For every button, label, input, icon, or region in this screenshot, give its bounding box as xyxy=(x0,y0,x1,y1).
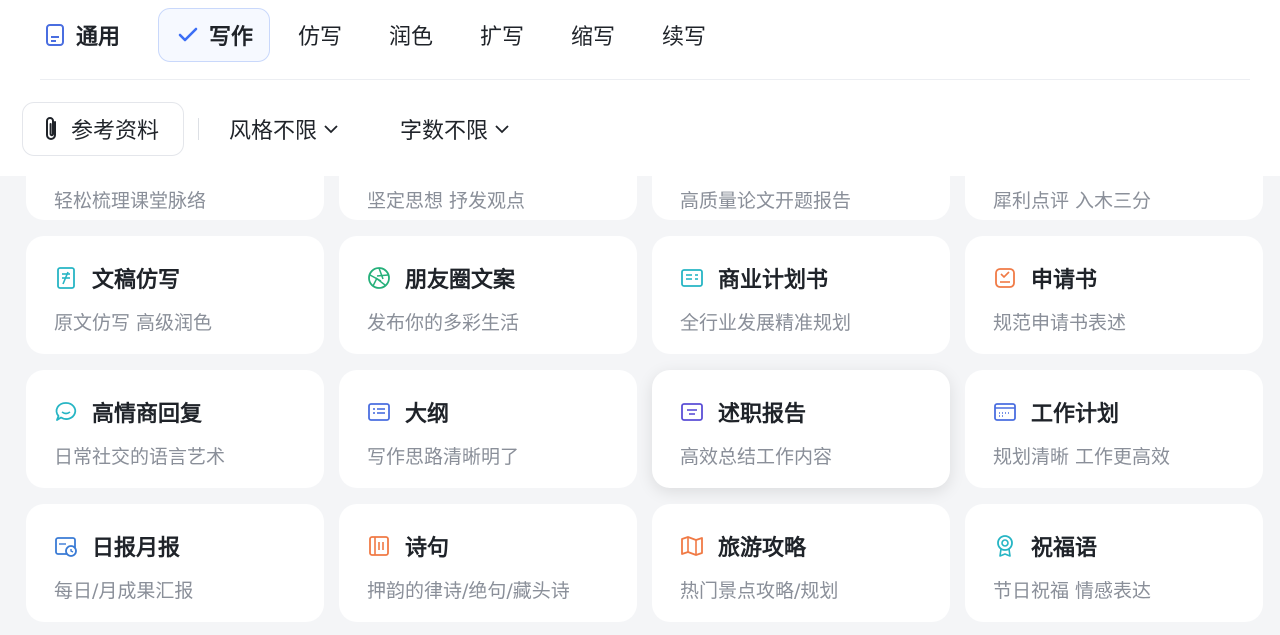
card-travel-guide[interactable]: 旅游攻略 热门景点攻略/规划 xyxy=(652,504,950,622)
card-business-plan[interactable]: 商业计划书 全行业发展精准规划 xyxy=(652,236,950,354)
business-plan-icon xyxy=(680,266,704,290)
card-description: 写作思路清晰明了 xyxy=(367,446,520,468)
card-title: 诗句 xyxy=(405,536,450,561)
tab-abbreviate[interactable]: 缩写 xyxy=(571,8,615,62)
card-description: 高效总结工作内容 xyxy=(680,446,833,468)
card-description: 热门景点攻略/规划 xyxy=(680,580,839,602)
card-manuscript-imitation[interactable]: 文稿仿写 原文仿写 高级润色 xyxy=(26,236,324,354)
tab-continue[interactable]: 续写 xyxy=(662,8,706,62)
mode-tab-bar: 通用 写作 仿写 润色 扩写 缩写 续写 xyxy=(0,0,1280,80)
options-toolbar: 参考资料 风格不限 字数不限 xyxy=(0,80,1280,176)
aperture-icon xyxy=(367,266,391,290)
card-title: 旅游攻略 xyxy=(718,536,807,561)
calendar-icon xyxy=(993,400,1017,424)
template-card[interactable]: 坚定思想 抒发观点 xyxy=(339,176,637,220)
card-description: 规划清晰 工作更高效 xyxy=(993,446,1171,468)
card-eq-reply[interactable]: 高情商回复 日常社交的语言艺术 xyxy=(26,370,324,488)
tab-imitate[interactable]: 仿写 xyxy=(298,8,342,62)
card-title: 朋友圈文案 xyxy=(405,268,516,293)
card-title: 文稿仿写 xyxy=(92,268,181,293)
card-description: 规范申请书表述 xyxy=(993,312,1127,334)
template-card-grid: 轻松梳理课堂脉络 坚定思想 抒发观点 高质量论文开题报告 犀利点评 入木三分 文… xyxy=(0,176,1280,635)
card-description: 坚定思想 抒发观点 xyxy=(367,190,526,212)
reference-label: 参考资料 xyxy=(71,119,160,144)
toolbar-separator xyxy=(198,118,199,140)
tab-label: 润色 xyxy=(389,25,434,50)
outline-icon xyxy=(367,400,391,424)
paperclip-icon xyxy=(41,115,63,143)
card-description: 日常社交的语言艺术 xyxy=(54,446,226,468)
tab-polish[interactable]: 润色 xyxy=(389,8,433,62)
card-description: 每日/月成果汇报 xyxy=(54,580,194,602)
chevron-down-icon xyxy=(494,123,510,135)
document-icon xyxy=(44,23,66,47)
card-title: 祝福语 xyxy=(1031,536,1098,561)
wordcount-dropdown[interactable]: 字数不限 xyxy=(400,102,510,156)
card-description: 节日祝福 情感表达 xyxy=(993,580,1152,602)
chat-bubble-icon xyxy=(54,400,78,424)
card-daily-monthly-report[interactable]: 日报月报 每日/月成果汇报 xyxy=(26,504,324,622)
template-card[interactable]: 高质量论文开题报告 xyxy=(652,176,950,220)
card-work-plan[interactable]: 工作计划 规划清晰 工作更高效 xyxy=(965,370,1263,488)
chevron-down-icon xyxy=(323,123,339,135)
style-dropdown-value: 风格不限 xyxy=(229,119,318,144)
card-description: 高质量论文开题报告 xyxy=(680,190,852,212)
tab-writing[interactable]: 写作 xyxy=(158,8,271,62)
card-title: 申请书 xyxy=(1031,268,1098,293)
card-description: 轻松梳理课堂脉络 xyxy=(54,190,207,212)
card-title: 日报月报 xyxy=(92,536,181,561)
poem-icon xyxy=(367,534,391,558)
card-description: 押韵的律诗/绝句/藏头诗 xyxy=(367,580,570,602)
tab-label: 扩写 xyxy=(480,25,525,50)
tab-label: 仿写 xyxy=(298,25,343,50)
card-description: 全行业发展精准规划 xyxy=(680,312,852,334)
award-icon xyxy=(993,534,1017,558)
card-blessings[interactable]: 祝福语 节日祝福 情感表达 xyxy=(965,504,1263,622)
report-icon xyxy=(680,400,704,424)
card-title: 商业计划书 xyxy=(718,268,829,293)
reference-material-button[interactable]: 参考资料 xyxy=(22,102,184,156)
tab-general[interactable]: 通用 xyxy=(44,8,120,62)
card-title: 工作计划 xyxy=(1031,402,1120,427)
tab-label: 续写 xyxy=(662,25,707,50)
wordcount-dropdown-value: 字数不限 xyxy=(400,119,489,144)
card-title: 大纲 xyxy=(405,402,450,427)
tab-label: 通用 xyxy=(76,25,121,50)
card-description: 犀利点评 入木三分 xyxy=(993,190,1152,212)
tab-expand[interactable]: 扩写 xyxy=(480,8,524,62)
template-card[interactable]: 轻松梳理课堂脉络 xyxy=(26,176,324,220)
tab-label: 写作 xyxy=(209,25,254,50)
card-title: 述职报告 xyxy=(718,402,807,427)
style-dropdown[interactable]: 风格不限 xyxy=(229,102,339,156)
application-icon xyxy=(993,266,1017,290)
document-edit-icon xyxy=(54,266,78,290)
map-icon xyxy=(680,534,704,558)
card-moments-copy[interactable]: 朋友圈文案 发布你的多彩生活 xyxy=(339,236,637,354)
card-description: 原文仿写 高级润色 xyxy=(54,312,213,334)
card-application[interactable]: 申请书 规范申请书表述 xyxy=(965,236,1263,354)
check-icon xyxy=(177,25,199,45)
daily-report-icon xyxy=(54,534,78,558)
card-description: 发布你的多彩生活 xyxy=(367,312,520,334)
card-outline[interactable]: 大纲 写作思路清晰明了 xyxy=(339,370,637,488)
card-title: 高情商回复 xyxy=(92,402,203,427)
card-work-report[interactable]: 述职报告 高效总结工作内容 xyxy=(652,370,950,488)
template-card[interactable]: 犀利点评 入木三分 xyxy=(965,176,1263,220)
tab-label: 缩写 xyxy=(571,25,616,50)
card-poem[interactable]: 诗句 押韵的律诗/绝句/藏头诗 xyxy=(339,504,637,622)
